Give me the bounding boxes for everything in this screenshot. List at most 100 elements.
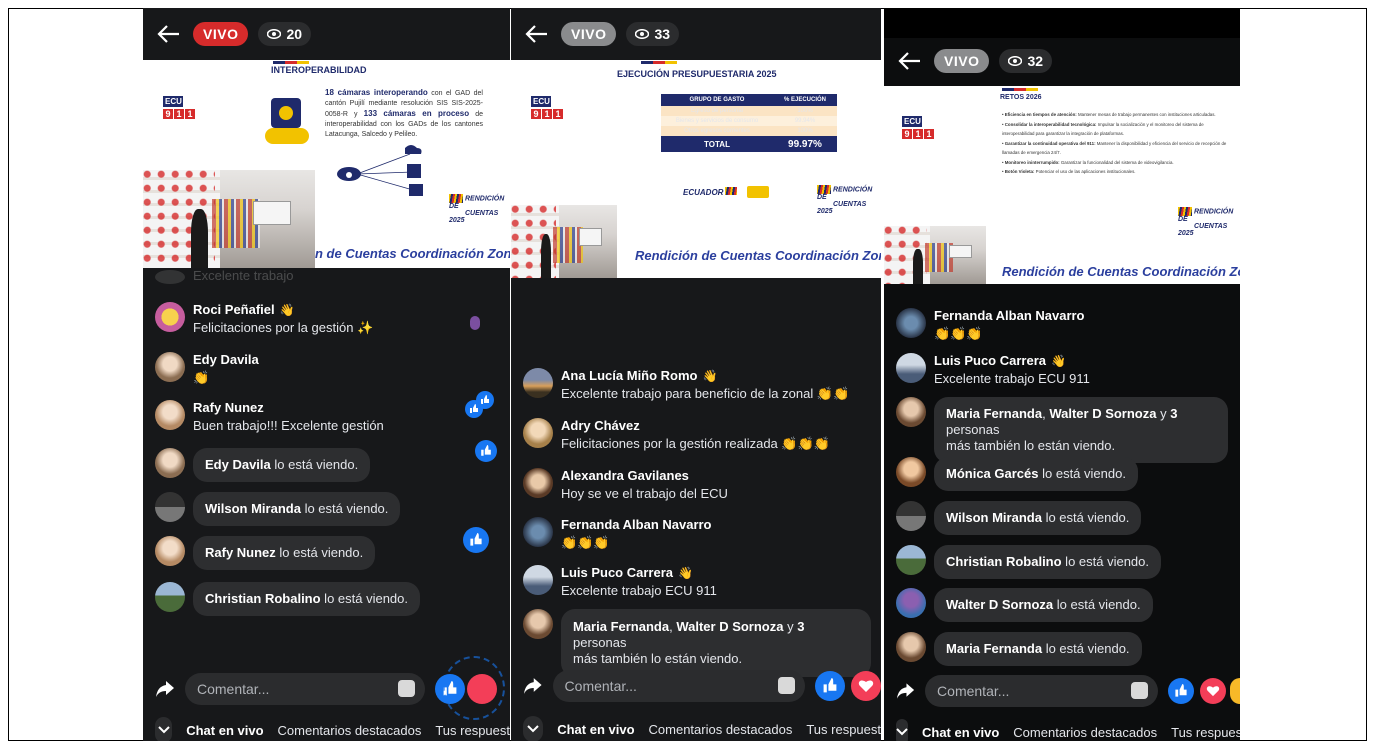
notice-bubble: Maria Fernanda lo está viendo. xyxy=(934,632,1142,666)
commenter-name[interactable]: Rafy Nunez xyxy=(193,400,264,415)
avatar[interactable] xyxy=(523,565,553,595)
avatar[interactable] xyxy=(155,352,185,382)
viewer-name[interactable]: Maria Fernanda xyxy=(573,619,669,634)
avatar[interactable] xyxy=(896,501,926,531)
commenter-name[interactable]: Luis Puco Carrera xyxy=(561,565,673,580)
viewer-name[interactable]: Edy Davila xyxy=(205,457,271,472)
video-player[interactable]: INTEROPERABILIDAD ECU 911 18 cámaras int… xyxy=(143,60,510,268)
commenter-name[interactable]: Luis Puco Carrera xyxy=(934,353,1046,368)
tab-tus-respuestas[interactable]: Tus respuest xyxy=(806,722,881,737)
avatar[interactable] xyxy=(155,582,185,612)
love-reaction-button[interactable] xyxy=(1200,678,1226,704)
chat-tabs: Chat en vivo Comentarios destacados Tus … xyxy=(143,715,510,741)
chevron-down-icon[interactable] xyxy=(155,717,173,741)
avatar[interactable] xyxy=(896,353,926,383)
tab-comentarios-destacados[interactable]: Comentarios destacados xyxy=(1013,725,1157,740)
avatar[interactable] xyxy=(896,588,926,618)
notice-bubble: Wilson Miranda lo está viendo. xyxy=(934,501,1142,535)
viewer-count-more[interactable]: 3 xyxy=(797,619,804,634)
video-player[interactable]: RETOS 2026 ECU 911 • Eficiencia en tiemp… xyxy=(884,86,1240,284)
commenter-name[interactable]: Adry Chávez xyxy=(561,418,640,433)
notice-text: y xyxy=(783,619,798,634)
comment-input[interactable]: Comentar... xyxy=(185,673,425,705)
viewer-count-more[interactable]: 3 xyxy=(1170,406,1177,421)
viewer-name[interactable]: Walter D Sornoza xyxy=(1049,406,1156,421)
comment-input[interactable]: Comentar... xyxy=(552,670,805,702)
viewer-count: 32 xyxy=(999,49,1053,73)
avatar[interactable] xyxy=(896,308,926,338)
avatar[interactable] xyxy=(896,545,926,575)
chevron-down-icon[interactable] xyxy=(896,719,908,741)
tab-comentarios-destacados[interactable]: Comentarios destacados xyxy=(649,722,793,737)
back-arrow-icon[interactable] xyxy=(157,24,183,44)
avatar[interactable] xyxy=(155,400,185,430)
notice-text: personas xyxy=(573,635,627,650)
avatar[interactable] xyxy=(523,468,553,498)
eye-icon xyxy=(635,29,650,39)
like-reaction-button[interactable] xyxy=(1168,678,1194,704)
like-reaction-button[interactable] xyxy=(815,671,845,701)
table-total-label: TOTAL xyxy=(704,139,730,149)
viewer-name[interactable]: Wilson Miranda xyxy=(946,510,1042,525)
love-reaction-button[interactable] xyxy=(851,671,881,701)
avatar[interactable] xyxy=(155,492,185,522)
share-icon[interactable] xyxy=(896,682,915,700)
sticker-icon[interactable] xyxy=(778,677,795,694)
table-cell: 100% xyxy=(797,108,813,114)
avatar[interactable] xyxy=(523,418,553,448)
tab-tus-respuestas[interactable]: Tus respuest xyxy=(1171,725,1240,740)
bullet-text: Mantener mesas de trabajo permanentes co… xyxy=(1076,112,1216,117)
tab-comentarios-destacados[interactable]: Comentarios destacados xyxy=(278,723,422,738)
avatar[interactable] xyxy=(896,457,926,487)
video-player[interactable]: EJECUCIÓN PRESUPUESTARIA 2025 ECU 911 GR… xyxy=(511,60,881,278)
viewer-name[interactable]: Walter D Sornoza xyxy=(676,619,783,634)
viewer-name[interactable]: Christian Robalino xyxy=(946,554,1062,569)
chevron-down-icon[interactable] xyxy=(523,716,544,741)
share-icon[interactable] xyxy=(155,680,175,698)
back-arrow-icon[interactable] xyxy=(525,24,551,44)
sticker-icon[interactable] xyxy=(398,680,415,697)
viewer-name[interactable]: Rafy Nunez xyxy=(205,545,276,560)
chat-tabs: Chat en vivo Comentarios destacados Tus … xyxy=(511,714,881,741)
comment-input[interactable]: Comentar... xyxy=(925,675,1158,707)
viewer-count-value: 20 xyxy=(286,26,303,42)
tab-tus-respuestas[interactable]: Tus respuest xyxy=(435,723,510,738)
table-header: % EJECUCIÓN xyxy=(783,97,826,103)
back-arrow-icon[interactable] xyxy=(898,51,924,71)
avatar[interactable] xyxy=(896,397,926,427)
viewer-name[interactable]: Mónica Garcés xyxy=(946,466,1039,481)
tab-chat-en-vivo[interactable]: Chat en vivo xyxy=(557,722,634,737)
sticker-icon[interactable] xyxy=(1131,682,1148,699)
viewer-name[interactable]: Maria Fernanda xyxy=(946,406,1042,421)
avatar[interactable] xyxy=(523,609,553,639)
avatar[interactable] xyxy=(896,632,926,662)
avatar[interactable] xyxy=(523,368,553,398)
avatar[interactable] xyxy=(155,302,185,332)
tab-chat-en-vivo[interactable]: Chat en vivo xyxy=(186,723,263,738)
comment-text: 👏👏👏 xyxy=(934,326,983,341)
chat-tabs: Chat en vivo Comentarios destacados Tus … xyxy=(884,717,1240,741)
bullet-heading: Monitoreo ininterrumpido: xyxy=(1004,159,1060,165)
table-row: Bienes y servicios de consumo 99.94% xyxy=(661,116,837,126)
speaker-camera-inset xyxy=(143,170,315,268)
viewer-name[interactable]: Maria Fernanda xyxy=(946,641,1042,656)
avatar[interactable] xyxy=(155,448,185,478)
bullet-item: • Botón Violeta: Potenciar el uso de las… xyxy=(1002,169,1136,174)
commenter-name[interactable]: Roci Peñafiel xyxy=(193,302,275,317)
avatar[interactable] xyxy=(155,536,185,566)
commenter-name[interactable]: Ana Lucía Miño Romo xyxy=(561,368,698,383)
viewer-name[interactable]: Christian Robalino xyxy=(205,591,321,606)
avatar[interactable] xyxy=(523,517,553,547)
commenter-name[interactable]: Alexandra Gavilanes xyxy=(561,468,689,483)
viewer-name[interactable]: Wilson Miranda xyxy=(205,501,301,516)
viewer-name[interactable]: Walter D Sornoza xyxy=(946,597,1053,612)
share-icon[interactable] xyxy=(523,677,543,695)
haha-reaction-button[interactable] xyxy=(1230,678,1240,704)
slide-color-bar xyxy=(1002,88,1038,91)
notice-text: lo está viendo. xyxy=(1061,554,1150,569)
commenter-name[interactable]: Edy Davila xyxy=(193,352,259,367)
logo-top-text: ECU xyxy=(163,96,183,107)
tab-chat-en-vivo[interactable]: Chat en vivo xyxy=(922,725,999,740)
commenter-name[interactable]: Fernanda Alban Navarro xyxy=(934,308,1085,323)
commenter-name[interactable]: Fernanda Alban Navarro xyxy=(561,517,712,532)
